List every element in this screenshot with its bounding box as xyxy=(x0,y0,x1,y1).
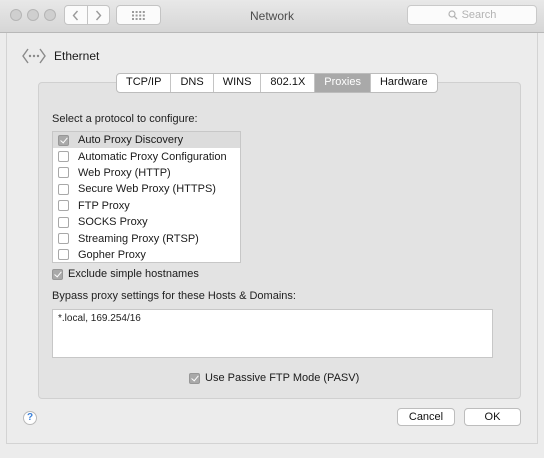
tab-proxies[interactable]: Proxies xyxy=(314,74,370,92)
chevron-right-icon xyxy=(95,10,102,20)
tab-dns[interactable]: DNS xyxy=(170,74,212,92)
gopher-proxy-checkbox[interactable] xyxy=(58,249,69,261)
exclude-simple-hostnames-label[interactable]: Exclude simple hostnames xyxy=(68,268,199,280)
bypass-label: Bypass proxy settings for these Hosts & … xyxy=(52,290,296,302)
list-item-label: Automatic Proxy Configuration xyxy=(78,150,227,163)
tab-tcpip[interactable]: TCP/IP xyxy=(117,74,170,92)
automatic-proxy-configuration-checkbox[interactable] xyxy=(58,151,69,163)
grid-icon xyxy=(132,10,145,20)
tab-hardware[interactable]: Hardware xyxy=(369,74,437,92)
chevron-left-icon xyxy=(72,10,79,20)
forward-button[interactable] xyxy=(86,6,110,24)
passive-ftp-option: Use Passive FTP Mode (PASV) xyxy=(189,372,359,384)
ethernet-icon xyxy=(22,48,46,64)
zoom-window-button[interactable] xyxy=(44,9,56,21)
exclude-simple-hostnames-checkbox[interactable] xyxy=(52,268,63,280)
list-item[interactable]: FTP Proxy xyxy=(53,198,240,214)
list-item[interactable]: Streaming Proxy (RTSP) xyxy=(53,230,240,246)
back-button[interactable] xyxy=(65,6,87,24)
exclude-simple-hostnames-option: Exclude simple hostnames xyxy=(52,268,199,280)
socks-proxy-checkbox[interactable] xyxy=(58,216,69,228)
search-placeholder: Search xyxy=(461,9,497,21)
tab-bar: TCP/IP DNS WINS 802.1X Proxies Hardware xyxy=(116,73,438,93)
tab-wins[interactable]: WINS xyxy=(212,74,261,92)
protocol-list: Auto Proxy Discovery Automatic Proxy Con… xyxy=(52,131,241,263)
back-forward-buttons xyxy=(64,5,110,25)
list-item[interactable]: Web Proxy (HTTP) xyxy=(53,165,240,181)
list-item-label: SOCKS Proxy xyxy=(78,216,148,229)
list-item[interactable]: SOCKS Proxy xyxy=(53,214,240,230)
list-item-label: Streaming Proxy (RTSP) xyxy=(78,232,199,245)
secure-web-proxy-checkbox[interactable] xyxy=(58,183,69,195)
search-field[interactable]: Search xyxy=(407,5,537,25)
interface-name: Ethernet xyxy=(54,49,100,63)
list-item[interactable]: Gopher Proxy xyxy=(53,247,240,263)
list-item-label: Auto Proxy Discovery xyxy=(78,134,184,147)
bypass-hosts-field[interactable]: *.local, 169.254/16 xyxy=(52,309,493,358)
search-icon xyxy=(447,10,458,20)
web-proxy-checkbox[interactable] xyxy=(58,167,69,179)
list-item[interactable]: Automatic Proxy Configuration xyxy=(53,148,240,164)
list-item-label: Secure Web Proxy (HTTPS) xyxy=(78,183,216,196)
interface-header: Ethernet xyxy=(22,46,99,66)
protocol-label: Select a protocol to configure: xyxy=(52,113,198,125)
tab-8021x[interactable]: 802.1X xyxy=(260,74,314,92)
list-item-label: FTP Proxy xyxy=(78,199,130,212)
help-button[interactable]: ? xyxy=(23,411,37,425)
show-all-button[interactable] xyxy=(116,5,161,25)
list-item-label: Gopher Proxy xyxy=(78,248,146,261)
minimize-window-button[interactable] xyxy=(27,9,39,21)
passive-ftp-checkbox[interactable] xyxy=(189,372,200,384)
title-bar: Network Search xyxy=(0,0,544,33)
list-item[interactable]: Secure Web Proxy (HTTPS) xyxy=(53,181,240,197)
passive-ftp-label[interactable]: Use Passive FTP Mode (PASV) xyxy=(205,372,359,384)
streaming-proxy-checkbox[interactable] xyxy=(58,233,69,245)
list-item-label: Web Proxy (HTTP) xyxy=(78,166,171,179)
ftp-proxy-checkbox[interactable] xyxy=(58,200,69,212)
close-window-button[interactable] xyxy=(10,9,22,21)
ok-button[interactable]: OK xyxy=(464,408,521,426)
cancel-button[interactable]: Cancel xyxy=(397,408,455,426)
auto-proxy-discovery-checkbox[interactable] xyxy=(58,134,69,146)
list-item[interactable]: Auto Proxy Discovery xyxy=(53,132,240,149)
